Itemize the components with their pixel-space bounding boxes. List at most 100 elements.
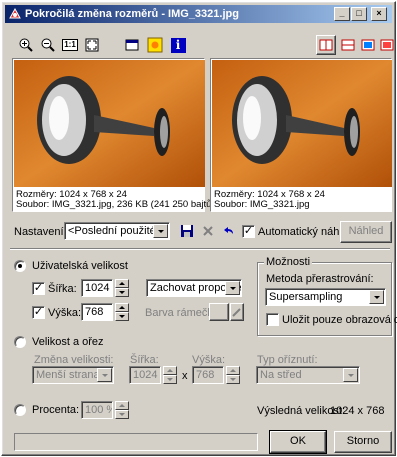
original-file-info: Soubor: IMG_3321.jpg, 236 KB (241 250 ba…: [16, 199, 215, 210]
crop-height-input[interactable]: 768: [192, 366, 224, 384]
progress-bar: [14, 433, 258, 451]
height-input[interactable]: 768: [81, 303, 113, 321]
delete-settings-button[interactable]: [198, 221, 218, 241]
options-group: Možnosti Metoda přerastrování: Supersamp…: [257, 256, 397, 336]
arrow-down-icon: [230, 378, 236, 381]
undo-button[interactable]: [218, 221, 238, 241]
single-left-icon: [361, 39, 375, 51]
brightness-button[interactable]: [145, 35, 165, 55]
cancel-button[interactable]: Storno: [334, 431, 392, 453]
actual-size-button[interactable]: 1:1: [60, 35, 80, 55]
width-up-button[interactable]: [115, 279, 129, 288]
window-mode-button[interactable]: [122, 35, 142, 55]
method-dropdown-arrow[interactable]: [369, 290, 384, 304]
percent-spinner[interactable]: [115, 401, 129, 419]
preview-result[interactable]: Rozměry: 1024 x 768 x 24 Soubor: IMG_332…: [210, 58, 392, 212]
height-down-button[interactable]: [115, 312, 129, 321]
result-image: [212, 60, 392, 187]
preview-button[interactable]: Náhled: [340, 221, 392, 243]
percent-input[interactable]: 100 %: [81, 401, 113, 419]
method-label: Metoda přerastrování:: [266, 273, 374, 285]
zoom-in-button[interactable]: [16, 35, 36, 55]
minimize-button[interactable]: _: [334, 7, 350, 21]
crop-height-up-button[interactable]: [226, 366, 240, 375]
width-spinner[interactable]: [115, 279, 129, 297]
arrow-down-icon: [119, 291, 125, 294]
crop-type-dropdown-arrow[interactable]: [343, 368, 358, 382]
arrow-up-icon: [119, 282, 125, 285]
arrow-up-icon: [230, 369, 236, 372]
settings-label: Nastavení:: [14, 226, 67, 238]
resize-dropdown-arrow[interactable]: [97, 368, 112, 382]
preview-original[interactable]: Rozměry: 1024 x 768 x 24 Soubor: IMG_332…: [12, 58, 215, 212]
crop-width-value: 1024: [133, 369, 158, 381]
width-down-button[interactable]: [115, 288, 129, 297]
fit-window-button[interactable]: [82, 35, 102, 55]
crop-width-spinner[interactable]: [163, 366, 177, 384]
keep-ratio-select[interactable]: Zachovat proporce: [146, 279, 242, 297]
keep-ratio-dropdown-arrow[interactable]: [225, 281, 240, 295]
result-file-info: Soubor: IMG_3321.jpg: [214, 199, 310, 210]
ok-button[interactable]: OK: [269, 430, 327, 454]
zoom-out-button[interactable]: [38, 35, 58, 55]
info-icon: i: [170, 37, 186, 53]
percent-radio[interactable]: [14, 404, 26, 416]
single-right-button[interactable]: [377, 35, 397, 55]
chevron-down-icon: [157, 229, 164, 233]
method-value: Supersampling: [269, 291, 343, 303]
custom-size-label: Uživatelská velikost: [32, 260, 128, 272]
crop-type-value: Na střed: [260, 369, 302, 381]
auto-preview-checkbox[interactable]: ✓: [242, 225, 255, 238]
fit-window-icon: [85, 38, 99, 52]
height-up-button[interactable]: [115, 303, 129, 312]
method-select[interactable]: Supersampling: [265, 288, 386, 306]
color-picker-button[interactable]: [230, 303, 244, 321]
separator: [10, 248, 390, 250]
height-checkbox[interactable]: ✓: [32, 306, 45, 319]
height-spinner[interactable]: [115, 303, 129, 321]
original-image: [14, 60, 205, 187]
crop-width-up-button[interactable]: [163, 366, 177, 375]
settings-dropdown-arrow[interactable]: [153, 224, 168, 238]
split-vertical-icon: [319, 39, 333, 51]
crop-width-input[interactable]: 1024: [129, 366, 161, 384]
width-input[interactable]: 1024: [81, 279, 113, 297]
percent-up-button[interactable]: [115, 401, 129, 410]
crop-height-value: 768: [196, 369, 215, 381]
arrow-up-icon: [119, 404, 125, 407]
width-value: 1024: [85, 282, 110, 294]
title-bar[interactable]: Pokročilá změna rozměrů - IMG_3321.jpg _…: [5, 5, 392, 23]
split-horizontal-button[interactable]: [338, 35, 358, 55]
chevron-down-icon: [347, 373, 354, 377]
crop-type-select[interactable]: Na střed: [256, 366, 360, 384]
crop-height-spinner[interactable]: [226, 366, 240, 384]
split-vertical-button[interactable]: [316, 35, 336, 55]
actual-size-icon: 1:1: [62, 39, 78, 51]
frame-color-swatch[interactable]: [209, 303, 229, 321]
percent-down-button[interactable]: [115, 410, 129, 419]
size-crop-label: Velikost a ořez: [32, 336, 104, 348]
info-button[interactable]: i: [168, 35, 188, 55]
single-left-button[interactable]: [358, 35, 378, 55]
chevron-down-icon: [101, 373, 108, 377]
arrow-up-icon: [119, 306, 125, 309]
crop-width-down-button[interactable]: [163, 375, 177, 384]
undo-icon: [224, 227, 233, 234]
crop-height-down-button[interactable]: [226, 375, 240, 384]
eyedropper-icon: [232, 308, 241, 317]
size-crop-radio[interactable]: [14, 336, 26, 348]
floppy-icon: [181, 225, 193, 237]
maximize-button[interactable]: □: [351, 7, 367, 21]
resize-select[interactable]: Menší strana: [32, 366, 114, 384]
percent-label: Procenta:: [32, 404, 80, 416]
close-button[interactable]: ×: [371, 7, 387, 21]
width-checkbox[interactable]: ✓: [32, 282, 45, 295]
percent-value: 100 %: [85, 404, 112, 416]
settings-select[interactable]: <Poslední použité>: [64, 222, 170, 240]
arrow-down-icon: [119, 413, 125, 416]
delete-icon: [203, 226, 213, 236]
custom-size-radio[interactable]: [14, 260, 26, 272]
save-only-checkbox[interactable]: [266, 313, 279, 326]
arrow-down-icon: [119, 315, 125, 318]
save-settings-button[interactable]: [177, 221, 197, 241]
